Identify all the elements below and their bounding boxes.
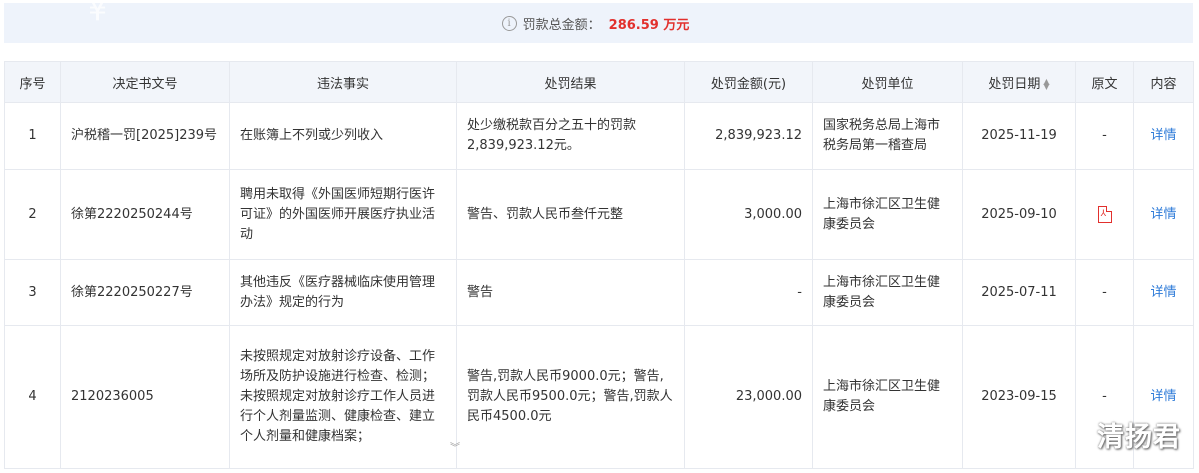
pdf-file-icon[interactable] [1097, 205, 1112, 223]
cell-result: 警告,罚款人民币9000.0元；警告,罚款人民币9500.0元；警告,罚款人民币… [456, 325, 685, 469]
col-header-content: 内容 [1133, 61, 1194, 103]
col-header-original: 原文 [1075, 61, 1134, 103]
cell-amount: 3,000.00 [684, 169, 813, 260]
fine-total-label: 罚款总金额： [522, 17, 601, 33]
cell-unit: 上海市徐汇区卫生健康委员会 [812, 259, 963, 326]
cell-unit: 国家税务总局上海市税务局第一稽查局 [812, 102, 963, 170]
cell-doc-no: 2120236005 [60, 325, 230, 469]
col-header-unit: 处罚单位 [812, 61, 963, 103]
sort-icon[interactable]: ▲ ▼ [1043, 78, 1049, 91]
cell-seq: 2 [4, 169, 61, 260]
cell-seq: 4 [4, 325, 61, 469]
cell-facts: 其他违反《医疗器械临床使用管理办法》规定的行为 [229, 259, 457, 326]
cell-unit: 上海市徐汇区卫生健康委员会 [812, 169, 963, 260]
detail-link[interactable]: 详情 [1150, 207, 1176, 222]
col-header-doc-no: 决定书文号 [60, 61, 230, 103]
fine-total-value: 286.59 万元 [608, 17, 690, 33]
col-header-date-label: 处罚日期 [988, 76, 1041, 92]
cell-unit: 上海市徐汇区卫生健康委员会 [812, 325, 963, 469]
cell-date: 2025-09-10 [962, 169, 1076, 260]
cell-original [1075, 169, 1134, 260]
cell-facts: 在账簿上不列或少列收入 [229, 102, 457, 170]
cell-original: - [1075, 102, 1134, 170]
table-row: 1 沪税稽一罚[2025]239号 在账簿上不列或少列收入 处少缴税款百分之五十… [4, 102, 1194, 170]
col-header-amount[interactable]: 处罚金额(元) [684, 61, 813, 103]
cell-facts: 聘用未取得《外国医师短期行医许可证》的外国医师开展医疗执业活动 [229, 169, 457, 260]
currency-watermark-icon: ¥ [88, 0, 108, 28]
cell-detail: 详情 [1133, 169, 1194, 260]
cell-date: 2025-07-11 [962, 259, 1076, 326]
cell-result: 警告、罚款人民币叁仟元整 [456, 169, 685, 260]
cell-doc-no: 徐第2220250227号 [60, 259, 230, 326]
info-icon: i [501, 15, 517, 31]
cell-doc-no: 徐第2220250244号 [60, 169, 230, 260]
cell-date: 2023-09-15 [962, 325, 1076, 469]
detail-link[interactable]: 详情 [1150, 285, 1176, 300]
cell-original: - [1075, 259, 1134, 326]
col-header-facts: 违法事实 [229, 61, 457, 103]
cell-amount: 2,839,923.12 [684, 102, 813, 170]
cell-date: 2025-11-19 [962, 102, 1076, 170]
table-header-row: 序号 决定书文号 违法事实 处罚结果 处罚金额(元) 处罚单位 处罚日期 ▲ ▼ 原… [4, 61, 1194, 103]
cell-result: 处少缴税款百分之五十的罚款2,839,923.12元。 [456, 102, 685, 170]
chevron-double-down-icon[interactable]: ︾ [450, 444, 460, 454]
col-header-result: 处罚结果 [456, 61, 685, 103]
table-row: 3 徐第2220250227号 其他违反《医疗器械临床使用管理办法》规定的行为 … [4, 259, 1194, 326]
cell-facts-text: 未按照规定对放射诊疗设备、工作场所及防护设施进行检查、检测；未按照规定对放射诊疗… [240, 349, 436, 444]
cell-seq: 1 [4, 102, 61, 170]
fine-summary-bar: ¥ i 罚款总金额： 286.59 万元 [4, 0, 1193, 43]
col-header-seq: 序号 [4, 61, 61, 103]
cell-detail: 详情 [1133, 102, 1194, 170]
detail-link[interactable]: 详情 [1150, 389, 1176, 404]
cell-doc-no: 沪税稽一罚[2025]239号 [60, 102, 230, 170]
cell-detail: 详情 [1133, 259, 1194, 326]
watermark-text: 清扬君 [1097, 422, 1181, 453]
penalty-table: 序号 决定书文号 违法事实 处罚结果 处罚金额(元) 处罚单位 处罚日期 ▲ ▼ 原… [4, 61, 1194, 469]
table-row: 2 徐第2220250244号 聘用未取得《外国医师短期行医许可证》的外国医师开… [4, 169, 1194, 260]
cell-facts: 未按照规定对放射诊疗设备、工作场所及防护设施进行检查、检测；未按照规定对放射诊疗… [229, 325, 457, 469]
col-header-date[interactable]: 处罚日期 ▲ ▼ [962, 61, 1076, 103]
cell-amount: 23,000.00 [684, 325, 813, 469]
table-row: 4 2120236005 未按照规定对放射诊疗设备、工作场所及防护设施进行检查、… [4, 325, 1194, 469]
detail-link[interactable]: 详情 [1150, 128, 1176, 143]
cell-result: 警告 [456, 259, 685, 326]
cell-amount: - [684, 259, 813, 326]
cell-seq: 3 [4, 259, 61, 326]
